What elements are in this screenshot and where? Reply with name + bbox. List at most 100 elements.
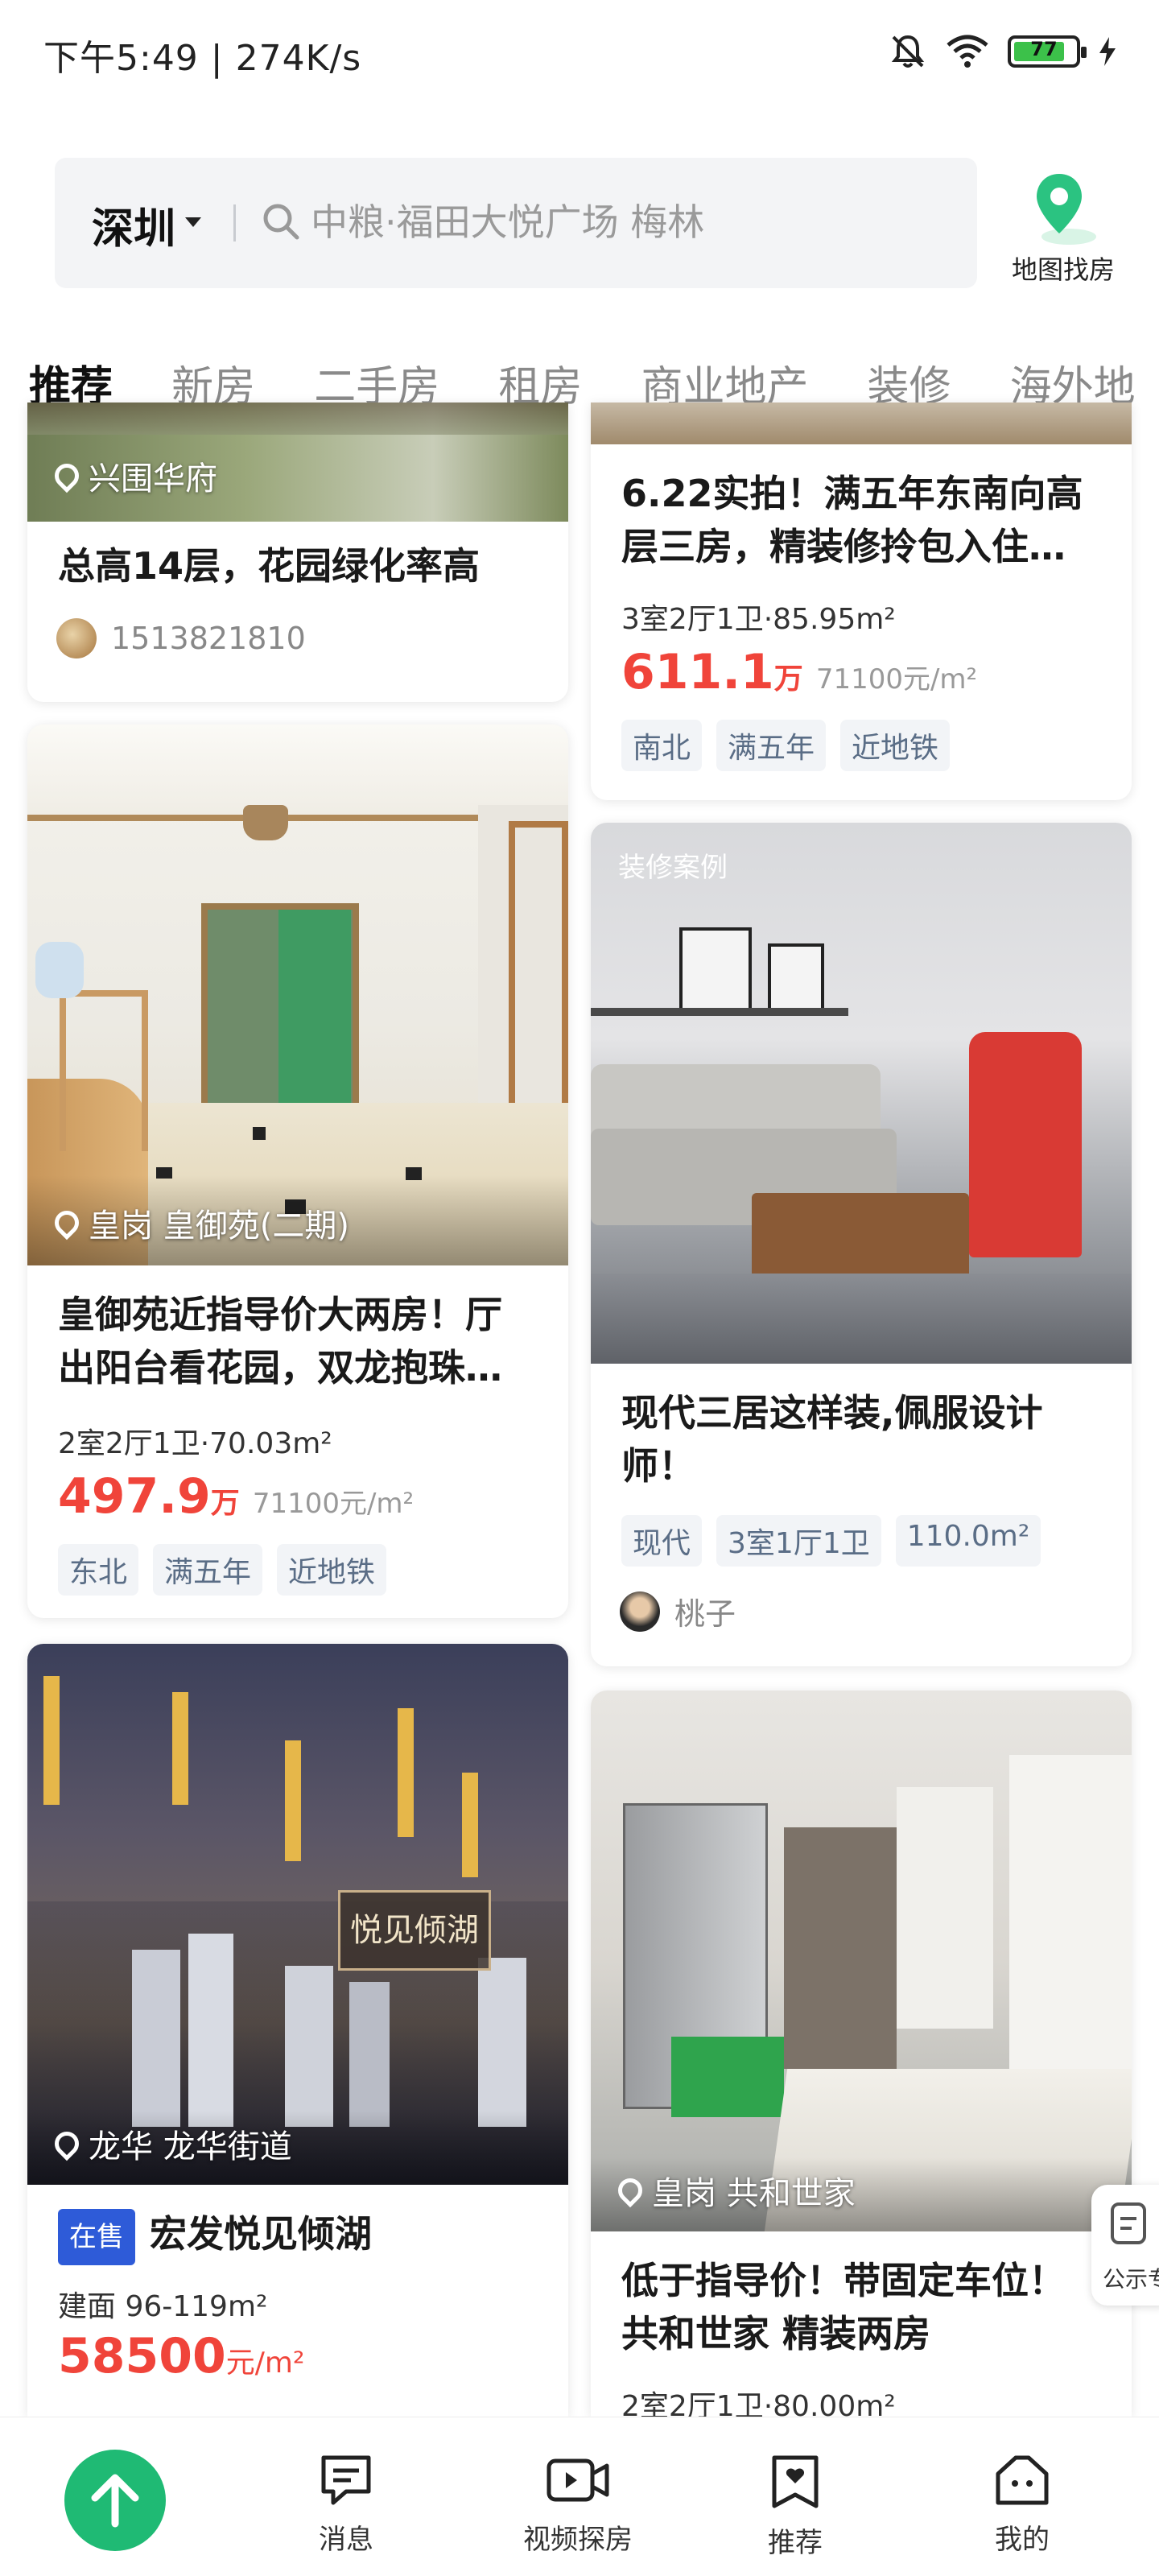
tag: 110.0m²: [895, 1515, 1041, 1567]
location-pin-icon: [612, 2173, 648, 2208]
status-bar: 下午5:49 | 274K/s 77: [0, 0, 1159, 105]
wifi-icon: [947, 35, 988, 68]
listing-card[interactable]: 皇岗 皇御苑(二期) 皇御苑近指导价大两房！厅出阳台看花园，双龙抱珠… 2室2厅…: [27, 724, 568, 1618]
listing-spec: 2室2厅1卫·70.03m²: [58, 1427, 332, 1460]
status-icons: 77: [889, 32, 1117, 71]
mute-bell-icon: [891, 35, 925, 68]
listing-card[interactable]: 6.22实拍！满五年东南向高层三房，精装修拎包入住… 3室2厅1卫·85.95m…: [591, 402, 1132, 800]
listing-image: [591, 1690, 1132, 2231]
listing-spec: 3室2厅1卫·85.95m²: [621, 603, 896, 636]
nav-label: 推荐: [768, 2527, 823, 2559]
price-value: 58500: [58, 2328, 226, 2384]
tag: 满五年: [153, 1544, 263, 1596]
author-name: 桃子: [674, 1596, 736, 1632]
charging-icon: [1099, 37, 1116, 66]
search-divider: [233, 204, 236, 242]
location-text: 皇岗 共和世家: [652, 2175, 856, 2212]
recommend-icon: [772, 2455, 819, 2508]
location-pin-icon: [49, 2126, 85, 2161]
nav-profile[interactable]: 我的: [942, 2453, 1103, 2557]
tag-list: 东北 满五年 近地铁: [58, 1544, 387, 1596]
location-pin-icon: [49, 458, 85, 493]
listing-image: [27, 724, 568, 1265]
decoration-case-badge: 装修案例: [618, 852, 728, 884]
listing-title: 皇御苑近指导价大两房！厅出阳台看花园，双龙抱珠…: [58, 1293, 502, 1389]
video-icon: [547, 2458, 609, 2502]
caret-down-icon[interactable]: [185, 217, 201, 227]
status-time-speed: 下午5:49 | 274K/s: [43, 38, 362, 79]
location-label: 皇岗 皇御苑(二期): [49, 1199, 349, 1246]
search-icon: [263, 204, 299, 240]
project-sign: 悦见倾湖: [338, 1890, 491, 1971]
nav-recommend[interactable]: 推荐: [715, 2453, 876, 2560]
avatar: [56, 618, 97, 658]
location-text: 皇岗 皇御苑(二期): [89, 1208, 349, 1245]
document-icon: [1111, 2202, 1146, 2244]
nav-label: 我的: [995, 2524, 1050, 2556]
tag-list: 现代 3室1厅1卫 110.0m²: [621, 1515, 1041, 1567]
location-pin-icon: [49, 1205, 85, 1241]
avatar: [620, 1591, 660, 1632]
map-search-button[interactable]: 地图找房: [995, 169, 1132, 290]
listing-card[interactable]: 兴围华府 总高14层，花园绿化率高 1513821810: [27, 402, 568, 702]
battery-level: 77: [1030, 38, 1058, 60]
nav-video-tour[interactable]: 视频探房: [497, 2453, 658, 2557]
unit-price: 71100元/m²: [252, 1488, 415, 1520]
tag: 满五年: [716, 720, 827, 771]
listing-card[interactable]: 皇岗 共和世家 低于指导价！带固定车位！共和世家 精装两房 2室2厅1卫·80.…: [591, 1690, 1132, 2417]
battery-icon: 77: [1008, 35, 1087, 68]
public-notice-float[interactable]: 公示专: [1091, 2185, 1159, 2306]
listing-price: 611.1万 71100元/m²: [621, 644, 977, 700]
author-name: 1513821810: [111, 621, 306, 656]
map-pin-icon: [1037, 174, 1096, 245]
profile-icon: [996, 2455, 1049, 2505]
listing-price: 58500元/m²: [58, 2328, 304, 2384]
location-label: 皇岗 共和世家: [612, 2167, 856, 2214]
listing-title: 在售 宏发悦见倾湖: [58, 2207, 538, 2265]
tag: 3室1厅1卫: [716, 1515, 881, 1567]
price-value: 611.1: [621, 644, 774, 700]
nav-label: 消息: [319, 2524, 373, 2556]
listing-image: 悦见倾湖: [27, 1644, 568, 2185]
back-to-top-button[interactable]: [64, 2450, 166, 2551]
status-badge: 在售: [58, 2208, 135, 2265]
nav-label: 视频探房: [523, 2524, 633, 2556]
listing-spec: 建面 96-119m²: [58, 2290, 268, 2323]
author: 桃子: [620, 1589, 736, 1633]
location-text: 兴围华府: [89, 460, 217, 497]
listing-price: 497.9万 71100元/m²: [58, 1468, 414, 1525]
listing-image: [591, 402, 1132, 444]
listing-title: 6.22实拍！满五年东南向高层三房，精装修拎包入住…: [621, 472, 1083, 568]
project-name: 宏发悦见倾湖: [150, 2212, 372, 2256]
arrow-up-icon: [91, 2474, 139, 2528]
tag: 近地铁: [840, 720, 951, 771]
unit-price: 71100元/m²: [815, 663, 978, 696]
tag: 南北: [621, 720, 703, 771]
tag: 现代: [621, 1515, 703, 1567]
price-unit: 元/m²: [225, 2347, 305, 2380]
location-label: 兴围华府: [49, 452, 217, 499]
listing-title: 总高14层，花园绿化率高: [58, 544, 481, 588]
price-unit: 万: [773, 663, 803, 696]
decoration-card[interactable]: 装修案例 现代三居这样装,佩服设计师！ 现代 3室1厅1卫 110.0m² 桃子: [591, 823, 1132, 1666]
search-box[interactable]: 深圳: [55, 158, 977, 288]
listing-title: 低于指导价！带固定车位！共和世家 精装两房: [621, 2259, 1066, 2355]
price-unit: 万: [210, 1487, 240, 1520]
search-input[interactable]: [311, 192, 922, 253]
location-label: 龙华 龙华街道: [49, 2120, 292, 2167]
decoration-title: 现代三居这样装,佩服设计师！: [621, 1391, 1043, 1488]
tag: 东北: [58, 1544, 139, 1596]
bottom-nav: 消息 视频探房 推荐 我的: [0, 2417, 1159, 2576]
tag-list: 南北 满五年 近地铁: [621, 720, 951, 771]
nav-messages[interactable]: 消息: [266, 2453, 427, 2557]
location-text: 龙华 龙华街道: [89, 2128, 292, 2165]
city-selector[interactable]: 深圳: [92, 195, 175, 255]
listing-spec: 2室2厅1卫·80.00m²: [621, 2390, 896, 2417]
decoration-image: [591, 823, 1132, 1364]
tag: 近地铁: [277, 1544, 387, 1596]
public-notice-label: 公示专: [1103, 2266, 1159, 2293]
listing-card[interactable]: 悦见倾湖 龙华 龙华街道 在售 宏发悦见倾湖 建面 96-119m² 58500元…: [27, 1644, 568, 2417]
price-value: 497.9: [58, 1468, 211, 1525]
author: 1513821810: [56, 618, 306, 658]
map-search-label: 地图找房: [1011, 254, 1115, 285]
